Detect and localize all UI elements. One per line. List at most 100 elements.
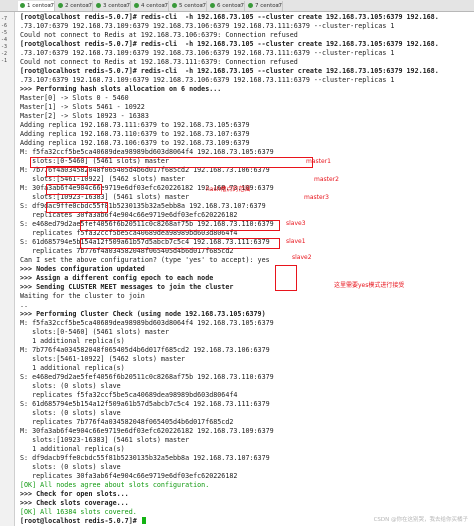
terminal-line-text: [root@localhost redis-5.0.7]# redis-cli … <box>20 67 439 75</box>
tab-7[interactable]: 7 centos7-7× <box>246 1 283 11</box>
terminal-line: [root@localhost redis-5.0.7]# redis-cli … <box>20 40 439 49</box>
close-icon[interactable]: × <box>238 1 242 11</box>
terminal-line: 1 additional replica(s) <box>20 445 125 454</box>
tab-2[interactable]: 2 centos7-2× <box>56 1 93 11</box>
terminal-line: >>> Assign a different config epoch to e… <box>20 274 213 283</box>
slots-range-box-3 <box>46 202 108 213</box>
connected-status-icon <box>134 3 139 8</box>
terminal-line: Master[2] -> Slots 10923 - 16383 <box>20 112 149 121</box>
close-icon[interactable]: × <box>200 1 204 11</box>
sidebar-item[interactable]: -5 <box>1 30 7 36</box>
tab-3[interactable]: 3 centos7-3× <box>94 1 131 11</box>
terminal-line-text: replicates 30fa3ab6f4e904c66e9719e6df03e… <box>20 472 238 480</box>
terminal-line: [root@localhost redis-5.0.7]# <box>20 517 146 526</box>
terminal-line: Adding replica 192.168.73.106:6379 to 19… <box>20 139 250 148</box>
terminal-line-text: [root@localhost redis-5.0.7]# redis-cli … <box>20 13 439 21</box>
note-master2: master2 <box>314 176 339 183</box>
note-slave3: slave3 <box>286 220 306 227</box>
terminal-line: .73.107:6379 192.168.73.109:6379 192.168… <box>20 49 394 58</box>
close-icon[interactable]: × <box>86 1 90 11</box>
sidebar-item[interactable]: -3 <box>1 44 7 50</box>
tab-6[interactable]: 6 centos7-6× <box>208 1 245 11</box>
terminal-line: S: 61d685794e5b154a12f509a61b57d5abcb7c5… <box>20 400 270 409</box>
close-icon[interactable]: × <box>124 1 128 11</box>
terminal-line: Master[0] -> Slots 0 - 5460 <box>20 94 129 103</box>
terminal-line-text: [root@localhost redis-5.0.7]# <box>20 517 141 525</box>
terminal-cursor <box>141 517 146 524</box>
close-icon[interactable]: × <box>48 1 52 11</box>
terminal-line-text: Master[0] -> Slots 0 - 5460 <box>20 94 129 102</box>
terminal-line-text: slots:[0-5460] (5461 slots) master <box>20 328 169 336</box>
terminal-line: Could not connect to Redis at 192.168.73… <box>20 31 298 40</box>
terminal-line-text: slots:[5461-10922] (5462 slots) master <box>20 355 186 363</box>
terminal-line-text: S: df9dacb9ffe0cbdc55f81b5230135b32a5ebb… <box>20 454 270 462</box>
terminal-line: Can I set the above configuration? (type… <box>20 256 270 265</box>
terminal-line-text: M: 30fa3ab6f4e904c66e9719e6df03efc620226… <box>20 427 274 435</box>
terminal-line-text: .73.107:6379 192.168.73.109:6379 192.168… <box>20 76 395 84</box>
sidebar-item[interactable]: -7 <box>1 16 7 22</box>
connected-status-icon <box>172 3 177 8</box>
note-yes-accept: 这里需要yes模式进行接受 <box>334 282 405 289</box>
terminal-line-text: Adding replica 192.168.73.106:6379 to 19… <box>20 139 250 147</box>
connected-status-icon <box>20 3 25 8</box>
slave1-replicates-box <box>80 238 280 249</box>
terminal-line: 1 additional replica(s) <box>20 337 125 346</box>
terminal-line-text: >>> Performing hash slots allocation on … <box>20 85 222 93</box>
terminal-line: M: f5fa32ccf5be5ca40689dea98989bd603d806… <box>20 319 274 328</box>
terminal-line: >>> Performing Cluster Check (using node… <box>20 310 266 319</box>
terminal-line: >>> Check slots coverage... <box>20 499 129 508</box>
terminal-line: Master[1] -> Slots 5461 - 10922 <box>20 103 145 112</box>
note-hash-slots: hash槽点的范围 <box>206 186 251 193</box>
terminal-line: M: f5fa32ccf5be5ca40689dea98989bd603d806… <box>20 148 274 157</box>
tab-5[interactable]: 5 centos7-5× <box>170 1 207 11</box>
terminal-line: replicates 7b776f4a034582048f065405d4b6d… <box>20 418 233 427</box>
terminal-line: [OK] All nodes agree about slots configu… <box>20 481 209 490</box>
terminal-line: 1 additional replica(s) <box>20 364 125 373</box>
close-icon[interactable]: × <box>276 1 280 11</box>
terminal-line-text: >>> Performing Cluster Check (using node… <box>20 310 266 318</box>
terminal-line-text: 1 additional replica(s) <box>20 445 125 453</box>
tab-4[interactable]: 4 centos7-4× <box>132 1 169 11</box>
terminal-line-text: Can I set the above configuration? (type… <box>20 256 270 264</box>
connected-status-icon <box>210 3 215 8</box>
terminal-line-text: [OK] All 16384 slots covered. <box>20 508 137 516</box>
sidebar-item[interactable]: -1 <box>1 58 7 64</box>
sidebar-item[interactable]: -6 <box>1 23 7 29</box>
terminal-line: slots: (0 slots) slave <box>20 463 121 472</box>
terminal-line: >>> Performing hash slots allocation on … <box>20 85 221 94</box>
terminal-line: Adding replica 192.168.73.110:6379 to 19… <box>20 130 250 139</box>
tab-1[interactable]: 1 centos7-1× <box>18 1 55 11</box>
terminal-line: [root@localhost redis-5.0.7]# redis-cli … <box>20 67 439 76</box>
terminal-line: S: e468ed79d2ae5fef4056f6b20511c0c8268af… <box>20 373 274 382</box>
close-icon[interactable]: × <box>162 1 166 11</box>
terminal-line-text: .73.107:6379 192.168.73.109:6379 192.168… <box>20 22 395 30</box>
terminal-line-text: Could not connect to Redis at 192.168.73… <box>20 31 298 39</box>
terminal-line-text: replicates 7b776f4a034582048f065405d4b6d… <box>20 418 234 426</box>
terminal-line: >>> Nodes configuration updated <box>20 265 145 274</box>
terminal-line: M: 30fa3ab6f4e904c66e9719e6df03efc620226… <box>20 427 274 436</box>
terminal-line-text: Waiting for the cluster to join <box>20 292 145 300</box>
sidebar-item[interactable]: -2 <box>1 51 7 57</box>
terminal-line-text: M: f5fa32ccf5be5ca40689dea98989bd603d806… <box>20 319 274 327</box>
terminal-line-text: M: 7b776f4a034582048f065405d4b6d017f685c… <box>20 346 270 354</box>
connected-status-icon <box>58 3 63 8</box>
sidebar-item[interactable]: -4 <box>1 37 7 43</box>
terminal-line-text: S: e468ed79d2ae5fef4056f6b20511c0c8268af… <box>20 373 274 381</box>
terminal-line-text: >>> Sending CLUSTER MEET messages to joi… <box>20 283 234 291</box>
terminal-line-text: >>> Check slots coverage... <box>20 499 129 507</box>
terminal-line-text: Adding replica 192.168.73.111:6379 to 19… <box>20 121 250 129</box>
terminal-line-text: slots:[5461-10922] (5462 slots) master <box>20 175 186 183</box>
terminal-line: slots: (0 slots) slave <box>20 382 121 391</box>
terminal-line: slots:[5461-10922] (5462 slots) master <box>20 355 185 364</box>
terminal-line-text: Adding replica 192.168.73.110:6379 to 19… <box>20 130 250 138</box>
terminal-line: [OK] All 16384 slots covered. <box>20 508 137 517</box>
terminal-line: [root@localhost redis-5.0.7]# redis-cli … <box>20 13 439 22</box>
slots-range-box-2 <box>46 184 102 195</box>
terminal-line-text: replicates f5fa32ccf5be5ca40689dea98989b… <box>20 391 238 399</box>
terminal-line-text: >>> Assign a different config epoch to e… <box>20 274 214 282</box>
terminal-line-text: .. <box>20 301 29 309</box>
terminal-line-text: [OK] All nodes agree about slots configu… <box>20 481 210 489</box>
terminal-line-text: Master[1] -> Slots 5461 - 10922 <box>20 103 145 111</box>
note-master1: master1 <box>306 158 331 165</box>
terminal-output[interactable]: [root@localhost redis-5.0.7]# redis-cli … <box>16 12 474 526</box>
